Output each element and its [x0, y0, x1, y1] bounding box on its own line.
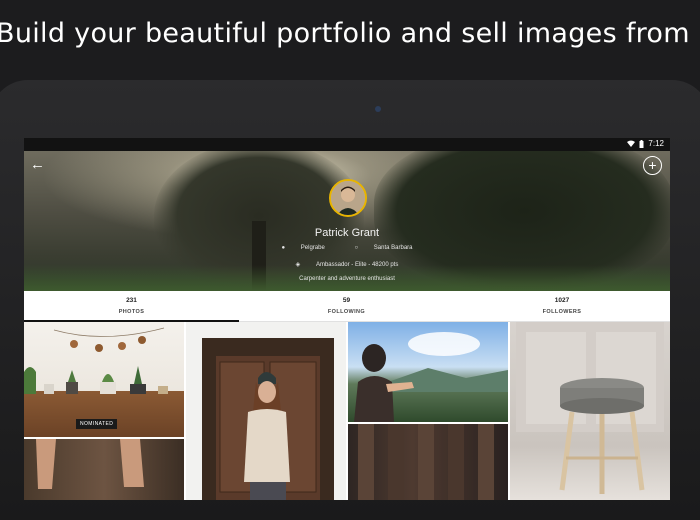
arrow-left-icon: ← [30, 156, 45, 173]
user-icon: ● [281, 245, 286, 251]
tab-following-label: FOLLOWING [327, 309, 366, 315]
wood-fence-photo [358, 424, 494, 500]
status-bar: 7:12 [24, 138, 670, 151]
profile-bio: Carpenter and adventure enthusiast [299, 276, 395, 282]
profile-cover-photo: ← + Patrick Grant ● Pelgrabe ○ Santa Bar… [24, 151, 670, 291]
tab-photos-count: 231 [126, 297, 137, 304]
status-icons: 7:12 [627, 139, 664, 148]
wifi-icon [627, 140, 636, 147]
promo-headline: Build your beautiful portfolio and sell … [0, 18, 700, 49]
stool-photo [516, 322, 664, 494]
avatar-portrait-icon [331, 181, 365, 215]
tab-followers[interactable]: 1027 FOLLOWERS [454, 291, 670, 321]
shield-icon: ◈ [295, 262, 301, 268]
profile-status-row: ◈ Ambassador - Elite - 48200 pts [24, 261, 670, 268]
nominated-badge: NOMINATED [76, 419, 118, 429]
photo-tile-stool[interactable] [510, 322, 670, 500]
photo-tile-feet[interactable] [24, 439, 184, 500]
woman-mountains-photo [354, 332, 508, 422]
profile-location: ○ Santa Barbara [348, 245, 420, 251]
tab-following[interactable]: 59 FOLLOWING [239, 291, 454, 321]
add-photo-button[interactable]: + [643, 156, 662, 175]
status-time: 7:12 [648, 139, 664, 148]
tab-followers-count: 1027 [554, 297, 570, 304]
app-screen: 7:12 ← + Patrick Grant ● Pelgrabe ○ Sant… [24, 138, 670, 500]
photo-tile-woman-doorway[interactable] [186, 322, 346, 500]
profile-pulse: ● Pelgrabe [275, 245, 334, 251]
photo-tile-succulents[interactable]: NOMINATED [24, 322, 184, 437]
tab-following-count: 59 [342, 297, 351, 304]
profile-meta-row: ● Pelgrabe ○ Santa Barbara [24, 245, 670, 251]
globe-icon: ○ [354, 245, 359, 251]
profile-pulse-label: Pelgrabe [300, 245, 325, 251]
tab-photos-label: PHOTOS [118, 309, 145, 315]
photo-tile-wood-fence[interactable] [348, 424, 508, 500]
feet-photo [36, 439, 144, 489]
tab-photos[interactable]: 231 PHOTOS [24, 291, 239, 322]
back-button[interactable]: ← [30, 156, 50, 176]
profile-status: Ambassador - Elite - 48200 pts [315, 262, 399, 268]
battery-icon [639, 139, 644, 148]
avatar[interactable] [329, 179, 367, 217]
front-camera-dot [375, 106, 381, 112]
profile-location-label: Santa Barbara [373, 245, 413, 251]
photo-grid: NOMINATED [24, 322, 670, 500]
plus-circle-icon: + [648, 157, 657, 173]
woman-doorway-photo [202, 338, 334, 500]
tab-followers-label: FOLLOWERS [542, 309, 582, 315]
profile-name: Patrick Grant [314, 227, 380, 239]
photo-tile-woman-mountains[interactable] [348, 322, 508, 422]
profile-tabs: 231 PHOTOS 59 FOLLOWING 1027 FOLLOWERS [24, 291, 670, 322]
